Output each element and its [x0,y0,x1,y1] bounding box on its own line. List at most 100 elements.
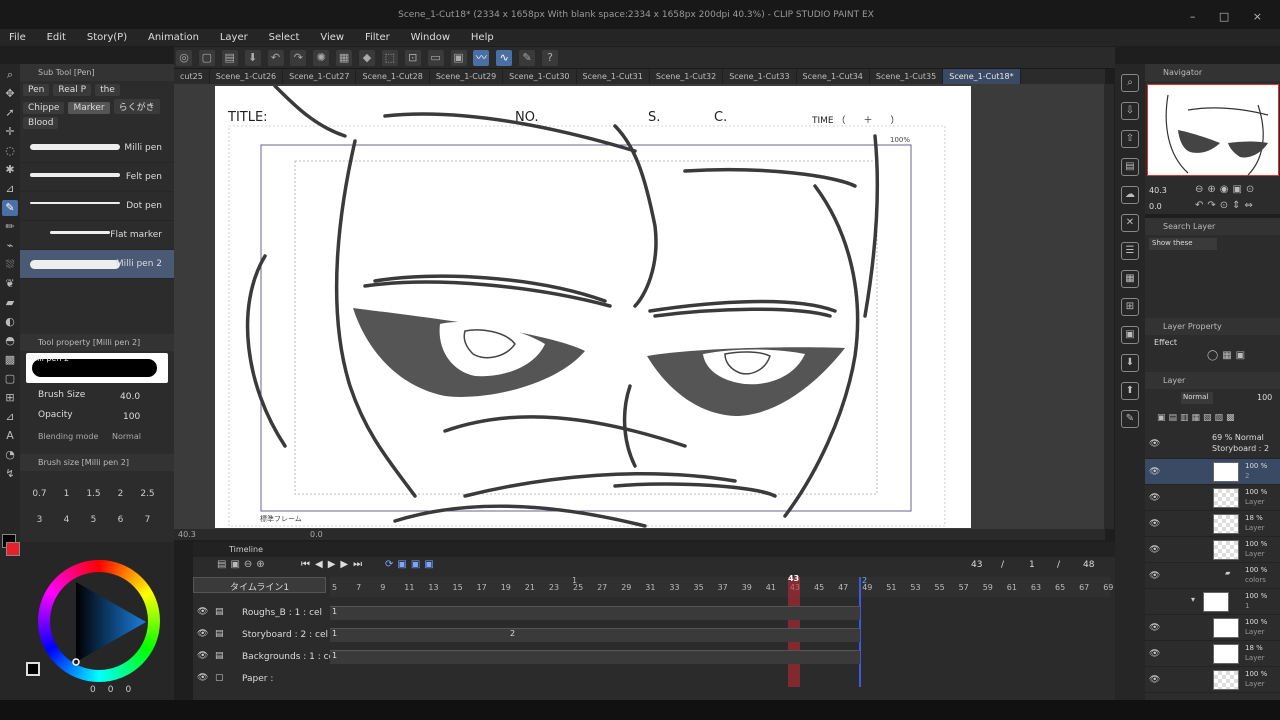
frame-number[interactable]: 17 [477,583,487,592]
search-icon[interactable]: ⌕ [1121,74,1139,92]
save-icon[interactable]: ⬇ [244,50,261,66]
folder-icon[interactable]: ▣ [1121,326,1139,344]
close-panel-icon[interactable]: ✕ [1121,214,1139,232]
layer-tools[interactable]: ▣▤▥▦▧▨▩ [1157,413,1238,423]
size-option[interactable]: 3 [26,515,53,525]
loop-end-marker[interactable]: 2 [862,576,867,585]
menu-help[interactable]: Help [462,29,503,46]
layer-folder-colors[interactable]: 👁 ▰ 100 % colors [1145,563,1280,589]
visibility-eye-icon[interactable]: 👁 [1149,675,1160,685]
airbrush-icon[interactable]: ⛆ [2,257,18,273]
layer-opacity[interactable]: 100 [1257,393,1272,402]
menu-filter[interactable]: Filter [356,29,399,46]
deselect-icon[interactable]: ▣ [450,50,467,66]
maximize-button[interactable]: □ [1219,10,1239,23]
ruler-icon[interactable]: ⊿ [2,409,18,425]
settings-icon[interactable]: ✺ [313,50,330,66]
doc-tab[interactable]: Scene_1-Cut26 [210,69,284,84]
hand-tool-icon[interactable]: ✥ [2,86,18,102]
brush-tool-icon[interactable]: ⌁ [2,238,18,254]
menu-view[interactable]: View [311,29,353,46]
size-option[interactable]: 0.7 [26,489,53,499]
menu-window[interactable]: Window [402,29,459,46]
tab-chippe[interactable]: Chippe [23,102,65,114]
timeline-select[interactable]: タイムライン1 [193,577,326,593]
size-option[interactable]: 2.5 [134,489,161,499]
eraser-icon[interactable]: ▰ [2,295,18,311]
doc-tab[interactable]: Scene_1-Cut27 [283,69,357,84]
size-option[interactable]: 5 [80,515,107,525]
cloud-icon[interactable]: ☁ [1121,186,1139,204]
frame-number[interactable]: 63 [1031,583,1041,592]
visibility-eye-icon[interactable]: 👁 [1149,649,1160,659]
figure-icon[interactable]: ▢ [2,371,18,387]
saturation-triangle[interactable] [38,560,160,682]
cel-marker[interactable]: 2 [510,629,515,638]
clear-icon[interactable]: ▦ [336,50,353,66]
frame-number[interactable]: 23 [549,583,559,592]
layer-row[interactable]: 👁 18 % Layer [1145,511,1280,537]
frame-number[interactable]: 7 [356,583,361,592]
brush-milli-pen-2[interactable]: Milli pen 2 [20,250,174,279]
blending-mode-select[interactable]: Normal [112,432,141,441]
fill-tool-icon[interactable]: ◓ [2,333,18,349]
layer-row[interactable]: 👁 100 % Layer [1145,615,1280,641]
frame-number[interactable]: 55 [935,583,945,592]
visibility-eye-icon[interactable]: 👁 [1149,623,1160,633]
frame-number[interactable]: 67 [1079,583,1089,592]
frame-number[interactable]: 37 [718,583,728,592]
brush-flat-marker[interactable]: Flat marker [20,221,174,250]
blend-icon[interactable]: ◐ [2,314,18,330]
doc-tab[interactable]: Scene_1-Cut33 [723,69,797,84]
brush-felt-pen[interactable]: Felt pen [20,163,174,192]
frame-number[interactable]: 61 [1007,583,1017,592]
layer-row[interactable]: 👁 18 % Layer [1145,641,1280,667]
visibility-eye-icon[interactable]: 👁 [1149,519,1160,529]
frame-number[interactable]: 47 [838,583,848,592]
doc-tab[interactable]: Scene_1-Cut28 [356,69,430,84]
open-file-icon[interactable]: ▤ [221,50,238,66]
operation-tool-icon[interactable]: ➚ [2,105,18,121]
export-icon[interactable]: ⇧ [1121,130,1139,148]
frame-number[interactable]: 41 [766,583,776,592]
tab-the[interactable]: the [95,84,120,96]
undo-icon[interactable]: ↶ [267,50,284,66]
menu-animation[interactable]: Animation [139,29,208,46]
ruler-pen-icon[interactable]: ✎ [519,50,536,66]
brush-milli-pen[interactable]: Milli pen [20,134,174,163]
frame-number[interactable]: 29 [621,583,631,592]
stabilizer-icon[interactable]: 〰 [473,50,490,66]
visibility-eye-icon[interactable]: 👁 [1149,493,1160,503]
correct-line-icon[interactable]: ↯ [2,466,18,482]
frame-ruler[interactable]: 5791113151719212325272931333537394143454… [330,576,1113,597]
material-icon[interactable]: ▦ [1121,270,1139,288]
frame-number[interactable]: 11 [404,583,414,592]
tab-rakugaki[interactable]: らくがき [113,99,160,114]
close-button[interactable]: × [1253,10,1272,23]
brush-size-value[interactable]: 40.0 [120,392,140,402]
frame-number[interactable]: 9 [380,583,385,592]
visibility-eye-icon[interactable]: 👁 [1149,467,1160,477]
stroke-icon[interactable]: ∿ [496,50,513,66]
frame-number[interactable]: 57 [959,583,969,592]
download-icon[interactable]: ⬇ [1121,354,1139,372]
track-row[interactable]: 👁 ▤ Storyboard : 2 : cel 12 [193,624,1115,646]
cel-marker[interactable]: 1 [332,607,337,616]
frame-number[interactable]: 35 [694,583,704,592]
doc-tab[interactable]: cut25 [174,69,210,84]
frame-number[interactable]: 15 [453,583,463,592]
size-option[interactable]: 4 [53,515,80,525]
search-filter-select[interactable]: Show these [1149,238,1217,250]
crop-icon[interactable]: ⊡ [404,50,421,66]
minimize-button[interactable]: – [1190,10,1206,23]
tab-real-pencil[interactable]: Real P [53,84,92,96]
upload-icon[interactable]: ⬆ [1121,382,1139,400]
tab-pen[interactable]: Pen [23,84,50,96]
edit-icon[interactable]: ✎ [1121,410,1139,428]
size-option[interactable]: 1.5 [80,489,107,499]
frame-number[interactable]: 65 [1055,583,1065,592]
doc-tab[interactable]: Scene_1-Cut29 [430,69,504,84]
frame-number[interactable]: 21 [525,583,535,592]
navigator-zoom[interactable]: 40.3 [1149,186,1167,195]
track-row[interactable]: 👁 ▤ Backgrounds : 1 : cel 1 [193,646,1115,668]
